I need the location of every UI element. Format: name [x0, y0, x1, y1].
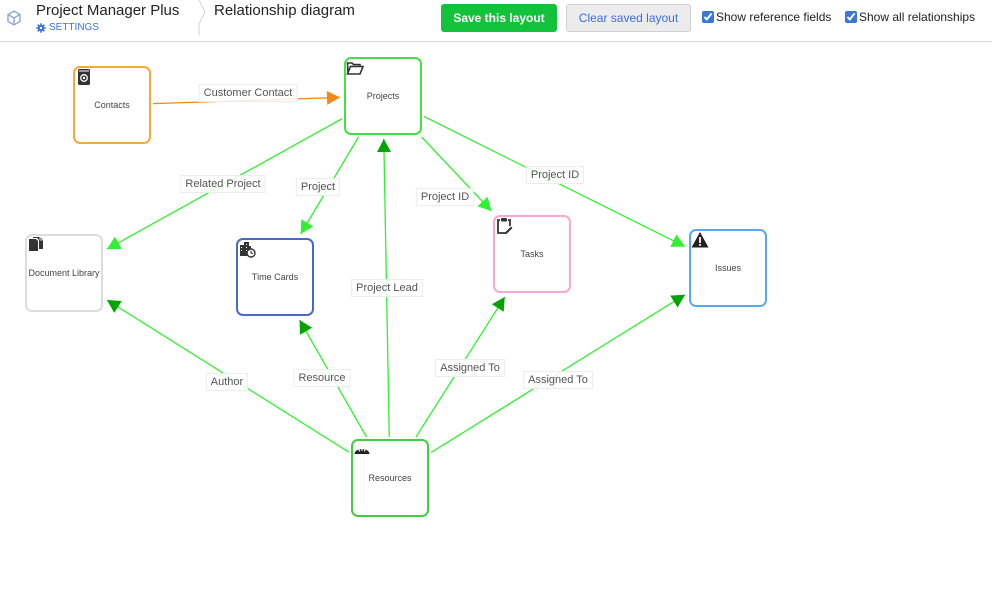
node-resources[interactable]: Resources: [351, 439, 429, 517]
show-reference-fields-label: Show reference fields: [716, 10, 832, 24]
node-contacts[interactable]: Contacts: [73, 66, 151, 144]
page-title: Relationship diagram: [214, 2, 355, 19]
arrowhead-projects: [377, 139, 392, 153]
node-label: Document Library: [28, 268, 100, 278]
gear-icon: [36, 22, 46, 33]
edge-label: Resource: [293, 369, 351, 387]
edge-label: Author: [205, 373, 249, 391]
warning-icon: [691, 232, 709, 248]
arrowhead-doclib: [107, 300, 122, 313]
settings-label: SETTINGS: [49, 22, 100, 33]
node-label: Projects: [366, 91, 400, 101]
node-tasks[interactable]: Tasks: [493, 215, 571, 293]
cube-icon: [7, 10, 21, 26]
bread-icon: [354, 448, 370, 454]
node-timecards[interactable]: Time Cards: [236, 238, 314, 316]
show-reference-fields-toggle[interactable]: Show reference fields: [702, 10, 831, 24]
show-all-relationships-toggle[interactable]: Show all relationships: [845, 10, 975, 24]
node-label: Issues: [714, 263, 741, 273]
node-label: Contacts: [94, 100, 130, 110]
node-label: Tasks: [520, 249, 544, 259]
save-layout-button[interactable]: Save this layout: [441, 4, 557, 32]
documents-icon: [29, 237, 43, 251]
breadcrumb-separator: [198, 0, 206, 36]
edge-label: Project ID: [525, 166, 585, 184]
edge-label: Related Project: [180, 175, 266, 193]
folder-open-icon: [346, 62, 364, 75]
node-label: Time Cards: [251, 272, 299, 282]
node-doclib[interactable]: Document Library: [25, 234, 103, 312]
arrowhead-tasks: [491, 297, 505, 312]
node-label: Resources: [368, 473, 412, 483]
address-book-icon: [78, 69, 90, 85]
node-projects[interactable]: Projects: [344, 57, 422, 135]
relationship-diagram: Customer Contact Related Project Project Pr…: [0, 42, 992, 595]
clipboard-edit-icon: [497, 218, 513, 234]
edge-label: Customer Contact: [198, 84, 298, 102]
show-all-relationships-label: Show all relationships: [859, 10, 976, 24]
arrowhead-timecards: [300, 219, 314, 234]
edge-label: Project Lead: [351, 279, 423, 297]
edge-label: Assigned To: [435, 359, 505, 377]
show-all-relationships-checkbox[interactable]: [845, 11, 857, 23]
top-bar: Project Manager Plus SETTINGS Relationsh…: [0, 0, 992, 42]
arrowhead-doclib: [107, 236, 122, 250]
settings-link[interactable]: SETTINGS: [36, 22, 99, 33]
edge-label: Assigned To: [523, 371, 593, 389]
node-issues[interactable]: Issues: [689, 229, 767, 307]
edge-label: Project: [295, 178, 341, 196]
clear-layout-button[interactable]: Clear saved layout: [566, 4, 691, 32]
app-title[interactable]: Project Manager Plus: [36, 2, 179, 19]
arrowhead-issues: [670, 294, 685, 308]
building-clock-icon: [240, 242, 256, 258]
arrowhead-timecards: [299, 320, 313, 335]
arrowhead-projects: [326, 90, 340, 105]
show-reference-fields-checkbox[interactable]: [702, 11, 714, 23]
edge-label: Project ID: [415, 188, 475, 206]
